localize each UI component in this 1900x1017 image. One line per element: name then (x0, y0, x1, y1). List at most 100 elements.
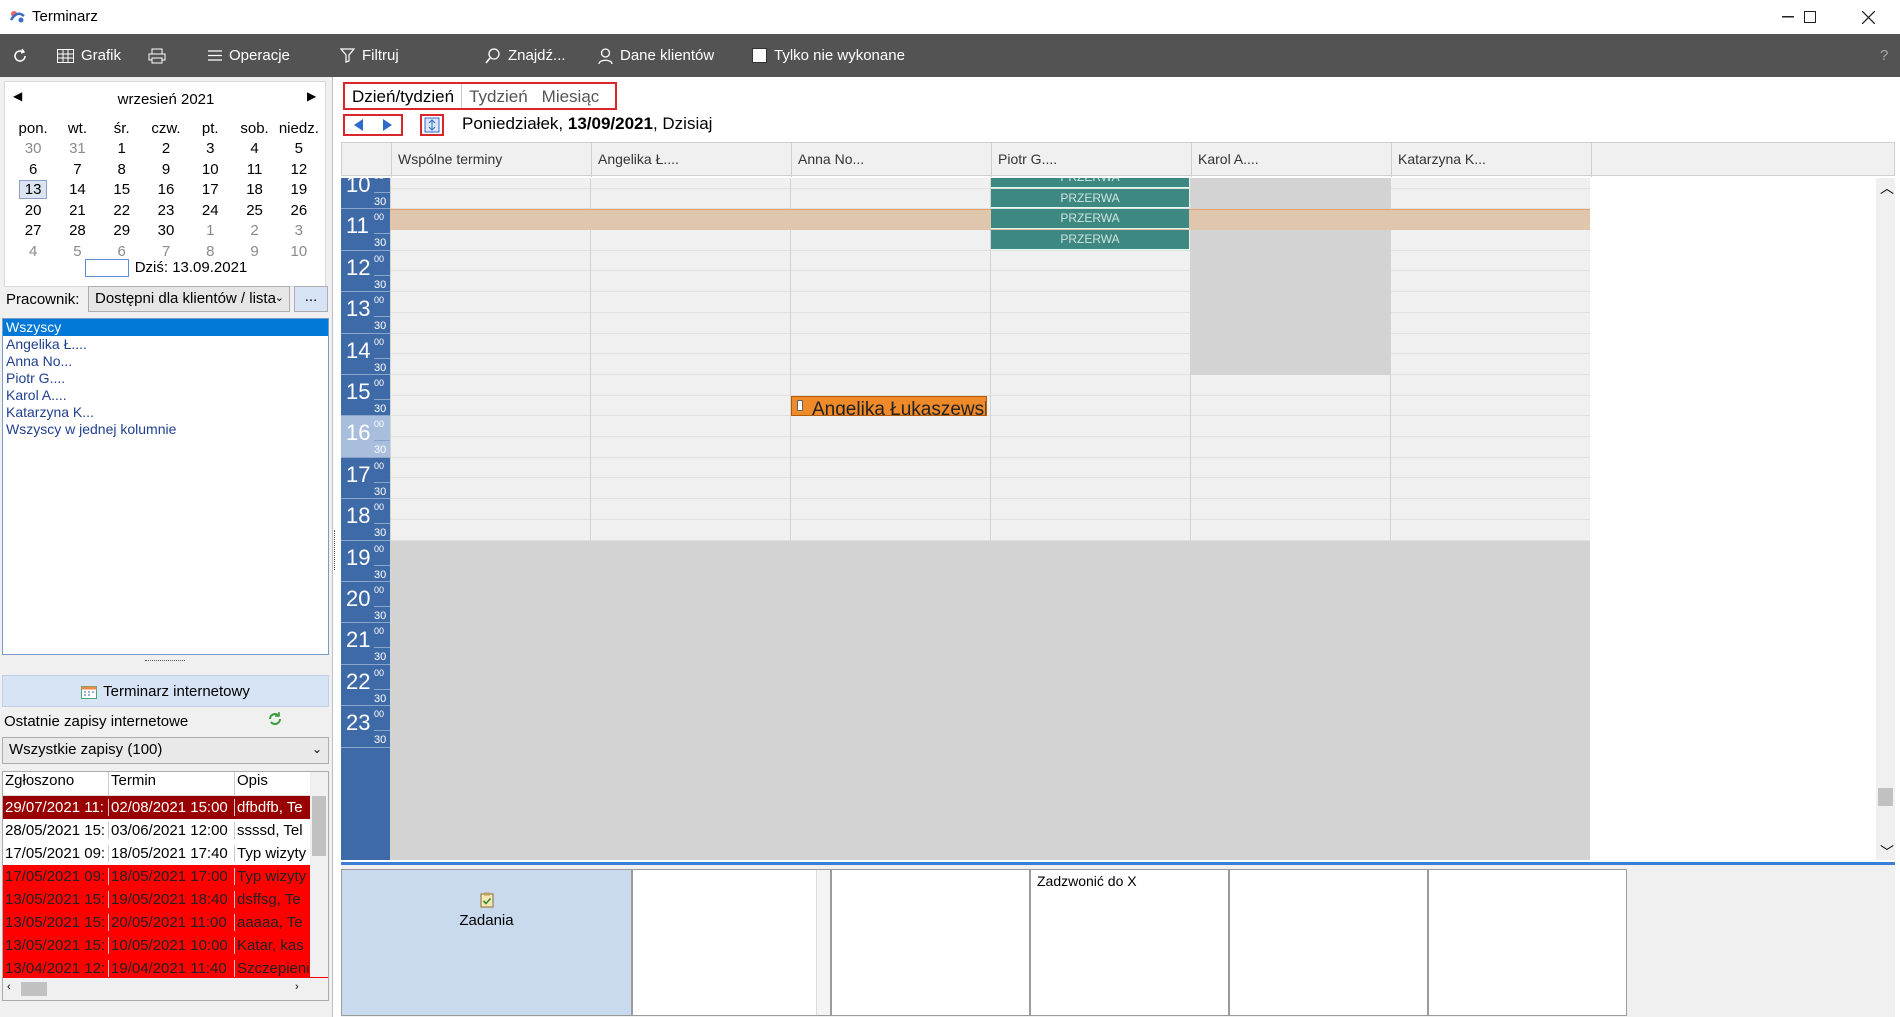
time-slot[interactable] (1191, 375, 1390, 396)
time-slot[interactable] (991, 437, 1190, 458)
time-slot[interactable] (1391, 458, 1590, 479)
time-slot[interactable] (391, 334, 590, 355)
refresh-button[interactable] (12, 34, 28, 77)
time-slot[interactable] (591, 272, 790, 293)
today-link[interactable]: Dziś: 13.09.2021 (5, 259, 327, 278)
print-button[interactable] (148, 34, 166, 77)
col-opis[interactable]: Opis (235, 772, 311, 795)
time-slot[interactable] (391, 178, 590, 189)
employee-list-item[interactable]: Karol A.... (3, 387, 328, 404)
time-slot[interactable] (991, 272, 1190, 293)
scroll-left-icon[interactable]: ‹ (7, 981, 11, 993)
time-slot[interactable] (991, 292, 1190, 313)
scroll-up-icon[interactable]: ︿ (1880, 178, 1894, 198)
next-month-arrow-icon[interactable]: ▶ (307, 89, 316, 103)
break-block[interactable]: PRZERWA (991, 209, 1189, 230)
time-slot[interactable] (1391, 520, 1590, 541)
employee-list-item[interactable]: Anna No... (3, 353, 328, 370)
calendar-day[interactable]: 14 (55, 180, 99, 201)
column-header[interactable]: Karol A.... (1191, 143, 1391, 177)
tab-miesiac[interactable]: Miesiąc (535, 84, 607, 108)
column-header[interactable]: Katarzyna K... (1391, 143, 1591, 177)
horizontal-scrollbar[interactable]: ‹ › (3, 978, 328, 1000)
table-row[interactable]: 17/05/2021 09: 18/05/2021 17:00 Typ wizyty (3, 865, 328, 888)
time-slot[interactable] (1391, 292, 1590, 313)
task-cell[interactable] (1428, 869, 1627, 1016)
splitter-handle[interactable] (145, 660, 185, 661)
time-slot[interactable] (991, 416, 1190, 438)
schedule-column[interactable] (790, 178, 990, 860)
calendar-day[interactable]: 28 (55, 221, 99, 242)
tab-tydzien[interactable]: Tydzień (462, 84, 535, 108)
time-slot[interactable] (1191, 520, 1390, 541)
calendar-day[interactable]: 6 (11, 159, 55, 180)
grid-vertical-scrollbar[interactable]: ︿ ﹀ (1876, 178, 1895, 860)
time-slot[interactable] (791, 458, 990, 479)
calendar-day[interactable]: 20 (11, 200, 55, 221)
employee-list-item[interactable]: Angelika Ł.... (3, 336, 328, 353)
time-slot[interactable] (791, 479, 990, 500)
pracownik-select[interactable]: Dostępni dla klientów / lista ⌄ (88, 286, 290, 312)
time-slot[interactable] (791, 313, 990, 334)
time-slot[interactable] (1391, 178, 1590, 189)
more-button[interactable]: ... (294, 286, 328, 312)
table-row[interactable]: 13/05/2021 15: 20/05/2021 11:00 aaaaa, Te (3, 911, 328, 934)
time-slot[interactable] (791, 230, 990, 251)
zadania-cell[interactable]: Zadania (341, 869, 632, 1016)
time-slot[interactable] (1391, 230, 1590, 251)
znajdz-button[interactable]: Znajdź... (485, 34, 566, 77)
column-header[interactable]: Wspólne terminy (391, 143, 591, 177)
table-row[interactable]: 17/05/2021 09: 18/05/2021 17:40 Typ wizyty (3, 842, 328, 865)
time-slot[interactable] (591, 479, 790, 500)
time-slot[interactable] (1391, 251, 1590, 272)
employee-list-item[interactable]: Katarzyna K... (3, 404, 328, 421)
sync-icon[interactable] (267, 711, 283, 727)
calendar-day[interactable]: 22 (100, 200, 144, 221)
time-slot[interactable] (1191, 437, 1390, 458)
time-slot[interactable] (1391, 479, 1590, 500)
close-button[interactable] (1840, 0, 1896, 34)
time-slot[interactable] (1191, 416, 1390, 438)
time-slot[interactable] (591, 354, 790, 375)
time-slot[interactable] (791, 178, 990, 189)
time-slot[interactable] (991, 313, 1190, 334)
scroll-thumb[interactable] (21, 982, 47, 996)
calendar-day[interactable]: 15 (100, 180, 144, 201)
calendar-day[interactable]: 26 (277, 200, 321, 221)
time-slot[interactable] (591, 416, 790, 438)
time-slot[interactable] (791, 416, 990, 438)
time-slot[interactable] (391, 251, 590, 272)
schedule-column[interactable] (1390, 178, 1590, 860)
calendar-day[interactable]: 1 (100, 139, 144, 160)
calendar-day[interactable]: 21 (55, 200, 99, 221)
operacje-button[interactable]: Operacje (208, 34, 290, 77)
time-slot[interactable] (1191, 396, 1390, 417)
time-slot[interactable] (391, 230, 590, 251)
time-slot[interactable] (1391, 334, 1590, 355)
schedule-column[interactable] (390, 178, 590, 860)
zoom-rows-button[interactable] (420, 114, 444, 136)
calendar-day[interactable]: 30 (11, 139, 55, 160)
table-row[interactable]: 13/05/2021 15: 19/05/2021 18:40 dsffsg, Te (3, 888, 328, 911)
vertical-scrollbar[interactable] (310, 772, 328, 977)
calendar-day[interactable]: 30 (144, 221, 188, 242)
task-cell[interactable] (831, 869, 1030, 1016)
time-slot[interactable] (1191, 458, 1390, 479)
employee-list-item[interactable]: Piotr G.... (3, 370, 328, 387)
help-button[interactable]: ? (1880, 34, 1888, 77)
time-slot[interactable] (791, 437, 990, 458)
time-slot[interactable] (991, 396, 1190, 417)
time-slot[interactable] (391, 189, 590, 210)
calendar-day[interactable]: 11 (232, 159, 276, 180)
time-slot[interactable] (1191, 479, 1390, 500)
calendar-day[interactable]: 17 (188, 180, 232, 201)
time-slot[interactable] (1391, 272, 1590, 293)
time-slot[interactable] (591, 251, 790, 272)
next-day-icon[interactable] (382, 119, 392, 131)
time-slot[interactable] (591, 334, 790, 355)
calendar-day[interactable]: 29 (100, 221, 144, 242)
time-slot[interactable] (391, 458, 590, 479)
time-slot[interactable] (1391, 189, 1590, 210)
prev-day-icon[interactable] (354, 119, 364, 131)
time-slot[interactable] (1391, 375, 1590, 396)
